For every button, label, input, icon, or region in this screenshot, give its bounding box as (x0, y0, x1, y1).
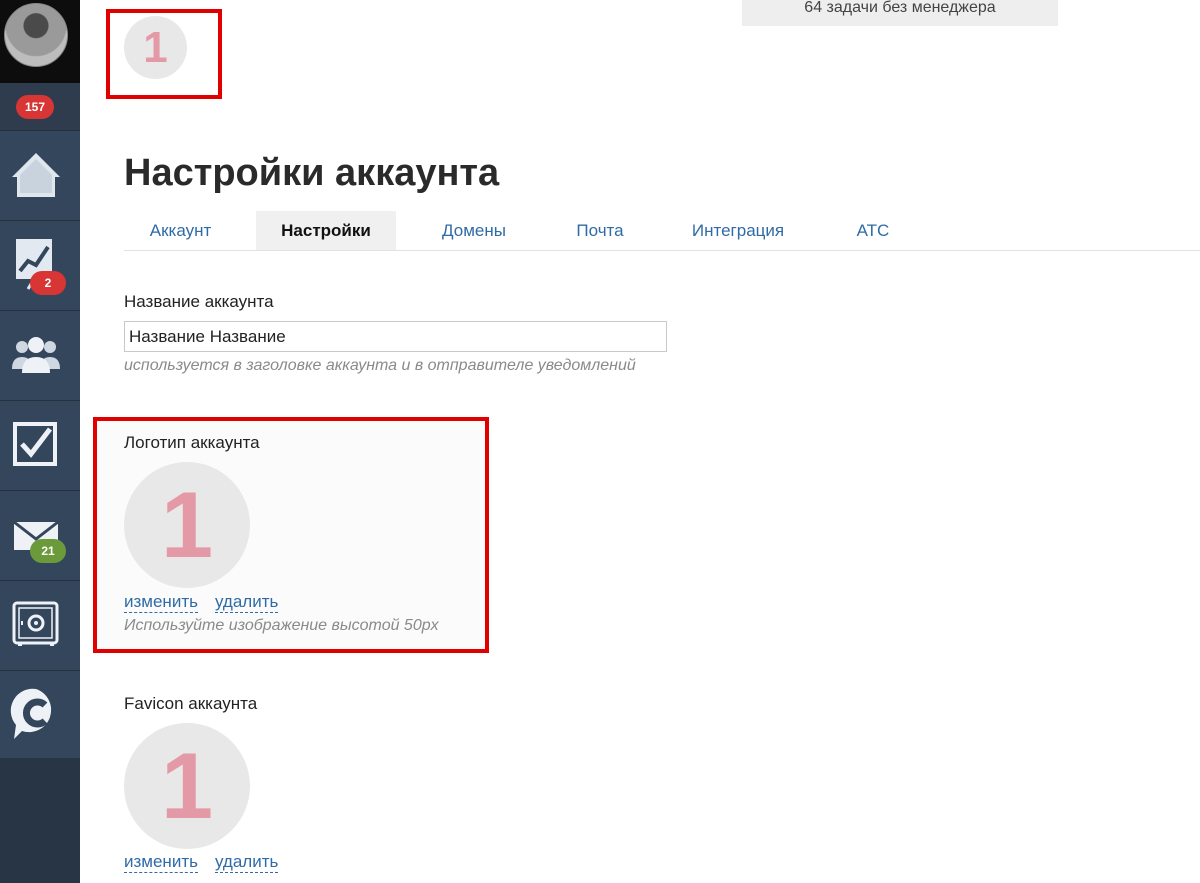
safe-icon (12, 601, 59, 646)
account-name-input[interactable] (124, 321, 667, 352)
chart-icon (16, 239, 52, 290)
tab-integration[interactable]: Интеграция (672, 211, 804, 250)
mail-badge: 21 (30, 539, 66, 563)
header-account-logo[interactable]: 1 (124, 16, 187, 79)
sidebar-item-analytics[interactable]: 2 (0, 221, 80, 311)
tab-domains[interactable]: Домены (420, 211, 528, 250)
sidebar-item-contacts[interactable] (0, 311, 80, 401)
sidebar-item-tasks[interactable] (0, 401, 80, 491)
account-name-label: Название аккаунта (124, 292, 274, 311)
favicon-label: Favicon аккаунта (124, 694, 258, 713)
mail-icon (13, 520, 59, 550)
sidebar-item-mail[interactable]: 21 (0, 491, 80, 581)
account-logo-label: Логотип аккаунта (124, 433, 260, 452)
tab-settings[interactable]: Настройки (256, 211, 396, 250)
tab-pbx[interactable]: АТС (834, 211, 912, 250)
checkbox-icon (13, 422, 57, 466)
user-avatar-cell[interactable] (0, 0, 80, 83)
page-title: Настройки аккаунта (124, 152, 500, 194)
tasks-without-manager-notice[interactable]: 64 задачи без менеджера (742, 0, 1058, 26)
avatar[interactable] (4, 3, 68, 67)
favicon-delete-link[interactable]: удалить (215, 852, 279, 873)
sidebar-footer (0, 758, 80, 883)
notifications-cell[interactable]: 157 (0, 83, 80, 131)
tab-mail[interactable]: Почта (554, 211, 646, 250)
favicon-image: 1 (124, 723, 250, 849)
settings-tabs: Аккаунт Настройки Домены Почта Интеграци… (124, 211, 1200, 251)
favicon-change-link[interactable]: изменить (124, 852, 198, 873)
logo-delete-link[interactable]: удалить (215, 592, 279, 613)
analytics-badge: 2 (30, 271, 66, 295)
account-logo-image: 1 (124, 462, 250, 588)
logo-change-link[interactable]: изменить (124, 592, 198, 613)
sidebar-item-home[interactable] (0, 131, 80, 221)
account-name-hint: используется в заголовке аккаунта и в от… (124, 357, 636, 374)
sidebar: 157 2 21 (0, 0, 80, 883)
sidebar-item-chat[interactable] (0, 671, 80, 761)
sidebar-item-settings[interactable] (0, 581, 80, 671)
users-icon (12, 337, 60, 373)
notifications-badge: 157 (16, 95, 54, 119)
chat-c-icon (10, 688, 52, 739)
account-logo-hint: Используйте изображение высотой 50px (124, 617, 439, 634)
tab-account[interactable]: Аккаунт (124, 211, 237, 250)
home-icon (12, 153, 60, 197)
